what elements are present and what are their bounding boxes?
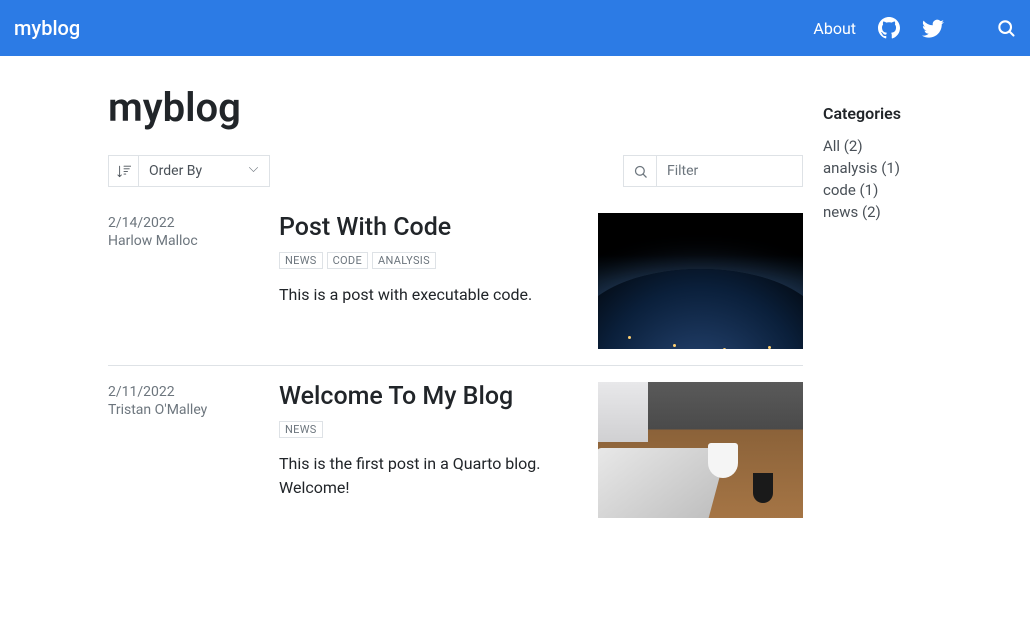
category-list: All (2) analysis (1) code (1) news (2)	[823, 135, 1003, 223]
tag[interactable]: NEWS	[279, 421, 323, 438]
brand-link[interactable]: myblog	[14, 16, 80, 40]
post-date: 2/14/2022	[108, 215, 279, 231]
page-title: myblog	[108, 84, 803, 131]
tag[interactable]: ANALYSIS	[372, 252, 436, 269]
post-author: Tristan O'Malley	[108, 402, 279, 418]
post-thumbnail[interactable]	[598, 213, 803, 349]
post-thumbnail[interactable]	[598, 382, 803, 518]
filter-control	[623, 155, 803, 187]
post-body: Post With Code NEWS CODE ANALYSIS This i…	[279, 213, 598, 349]
post-tags: NEWS CODE ANALYSIS	[279, 252, 582, 269]
sort-label: Order By	[149, 163, 202, 179]
sort-control[interactable]: Order By	[108, 155, 270, 187]
post-item: 2/11/2022 Tristan O'Malley Welcome To My…	[108, 365, 803, 534]
post-body: Welcome To My Blog NEWS This is the firs…	[279, 382, 598, 518]
filter-search-icon	[624, 156, 657, 186]
sort-direction-icon[interactable]	[109, 156, 139, 186]
nav-left: myblog	[14, 16, 80, 40]
post-meta: 2/11/2022 Tristan O'Malley	[108, 382, 279, 518]
category-item-code[interactable]: code (1)	[823, 179, 1003, 201]
post-date: 2/11/2022	[108, 384, 279, 400]
post-meta: 2/14/2022 Harlow Malloc	[108, 213, 279, 349]
chevron-down-icon	[248, 163, 259, 179]
filter-input[interactable]	[657, 156, 802, 186]
post-title[interactable]: Welcome To My Blog	[279, 382, 582, 411]
search-icon[interactable]	[996, 18, 1016, 38]
about-link[interactable]: About	[813, 19, 856, 38]
category-item-analysis[interactable]: analysis (1)	[823, 157, 1003, 179]
navbar: myblog About	[0, 0, 1030, 56]
category-item-news[interactable]: news (2)	[823, 201, 1003, 223]
post-tags: NEWS	[279, 421, 582, 438]
post-item: 2/14/2022 Harlow Malloc Post With Code N…	[108, 213, 803, 365]
category-item-all[interactable]: All (2)	[823, 135, 1003, 157]
twitter-icon[interactable]	[922, 17, 944, 39]
tag[interactable]: NEWS	[279, 252, 323, 269]
github-icon[interactable]	[878, 17, 900, 39]
main: myblog Order By	[108, 80, 803, 534]
nav-right: About	[813, 17, 1016, 39]
sidebar-title: Categories	[823, 104, 1003, 123]
post-excerpt: This is the first post in a Quarto blog.…	[279, 452, 582, 500]
post-author: Harlow Malloc	[108, 233, 279, 249]
sidebar: Categories All (2) analysis (1) code (1)…	[823, 80, 1003, 534]
container: myblog Order By	[0, 56, 1030, 534]
controls: Order By	[108, 155, 803, 187]
sort-select[interactable]: Order By	[139, 156, 269, 186]
post-excerpt: This is a post with executable code.	[279, 283, 582, 307]
tag[interactable]: CODE	[327, 252, 368, 269]
post-title[interactable]: Post With Code	[279, 213, 582, 242]
